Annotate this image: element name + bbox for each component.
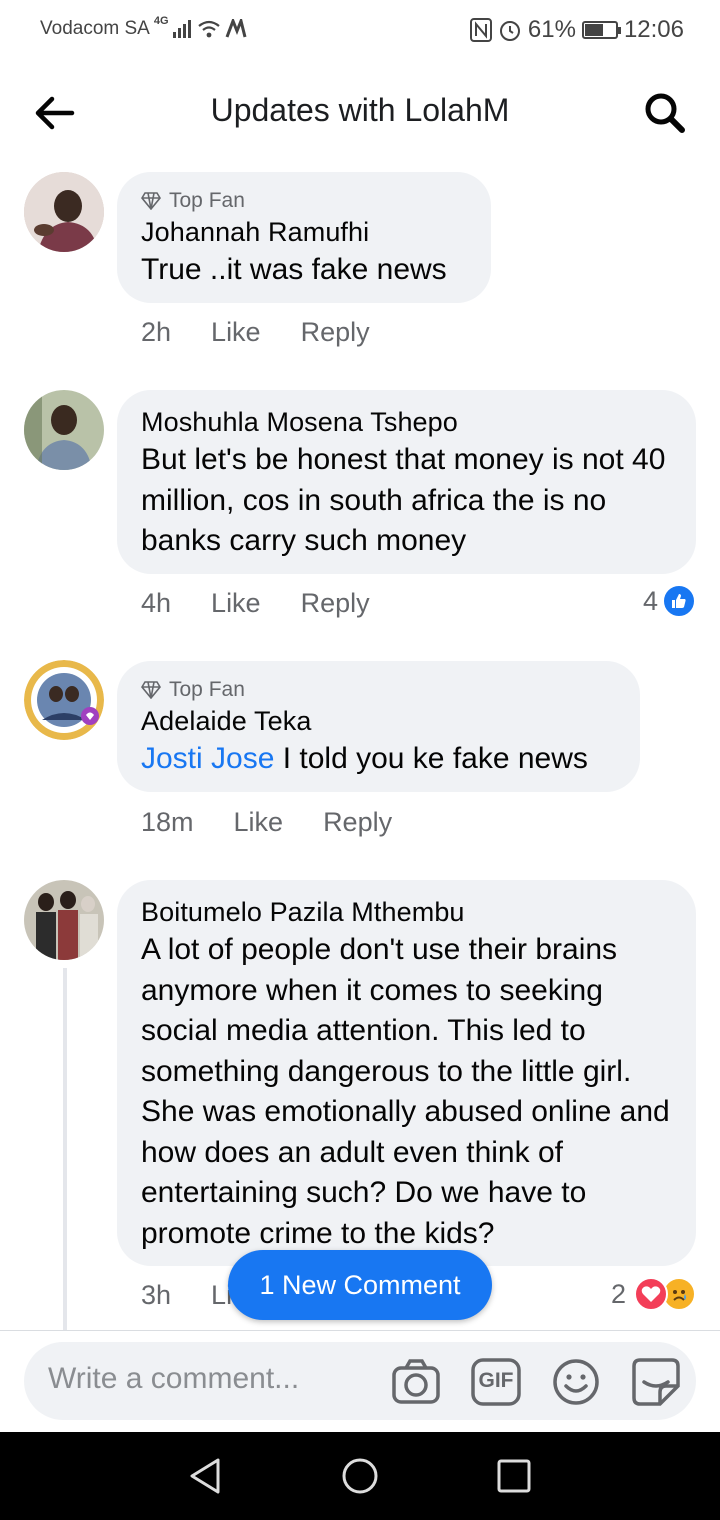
avatar[interactable] [24,390,104,470]
comment-bubble: Top Fan Johannah Ramufhi True ..it was f… [117,172,491,303]
square-recents-icon [497,1459,531,1493]
wifi-icon [197,20,220,38]
comment-time: 4h [141,588,172,618]
comment-composer: GIF [24,1342,696,1420]
gif-label: GIF [478,1369,514,1392]
avatar-photo [24,172,104,252]
carrier-label: Vodacom SA [40,18,150,39]
comment-bubble: Top Fan Adelaide Teka Josti Jose I told … [117,661,640,792]
top-fan-badge: Top Fan [141,677,616,703]
comment-author[interactable]: Moshuhla Mosena Tshepo [141,404,672,440]
comment-text: A lot of people don't use their brains a… [141,933,670,1250]
comment-text: But let's be honest that money is not 40… [141,443,666,557]
battery-icon [581,21,621,39]
thread-line [63,968,67,1330]
comment-input[interactable] [48,1362,378,1396]
sticker-icon [632,1358,680,1406]
messenger-notify-icon [225,19,246,38]
comment-time: 18m [141,807,194,837]
avatar[interactable] [24,880,104,960]
signal-icon [172,20,191,38]
comment-time: 2h [141,317,172,347]
comment-author[interactable]: Boitumelo Pazila Mthembu [141,894,672,930]
top-fan-badge: Top Fan [141,188,467,214]
page-title: Updates with LolahM [210,92,510,128]
comment-bubble: Moshuhla Mosena Tshepo But let's be hone… [117,390,696,574]
badge-label: Top Fan [169,189,245,212]
network-type: 4G [153,15,169,27]
like-reaction-icon [662,584,696,618]
reaction-summary[interactable]: 2 [611,1277,696,1311]
sticker-button[interactable] [630,1356,682,1408]
comment-actions: 4h Like Reply [141,588,370,619]
battery-percent: 61% [527,16,576,43]
triangle-back-icon [190,1458,220,1494]
nav-back-button[interactable] [186,1456,226,1496]
avatar-photo [24,880,104,960]
love-reaction-icon [634,1277,668,1311]
like-button[interactable]: Like [211,588,261,619]
circle-home-icon [342,1458,378,1494]
diamond-icon [141,681,161,699]
badge-label: Top Fan [169,678,245,701]
comment-time: 3h [141,1280,172,1310]
comment-actions: 3h Li [141,1280,232,1311]
mention-link[interactable]: Josti Jose [141,742,274,775]
avatar[interactable] [24,172,104,252]
nfc-icon [469,18,492,42]
avatar[interactable] [24,660,104,740]
reaction-count: 4 [642,585,658,616]
reply-button[interactable]: Reply [301,317,370,348]
comment-bubble: Boitumelo Pazila Mthembu A lot of people… [117,880,696,1266]
comment-text: True ..it was fake news [141,253,447,286]
comment-actions: 2h Like Reply [141,317,370,348]
header: Updates with LolahM [0,62,720,162]
alarm-icon [499,21,520,41]
nav-home-button[interactable] [340,1456,380,1496]
nav-recents-button[interactable] [494,1456,534,1496]
smiley-icon [553,1359,599,1405]
system-nav-bar [0,1432,720,1520]
comment-author[interactable]: Adelaide Teka [141,703,616,739]
comment-author[interactable]: Johannah Ramufhi [141,214,467,250]
diamond-icon [141,192,161,210]
comment-text: Josti Jose I told you ke fake news [141,739,616,780]
comment-text-body: I told you ke fake news [274,742,588,775]
search-icon [645,93,685,133]
status-left: Vodacom SA 4G [40,15,247,40]
camera-button[interactable] [390,1356,442,1408]
reaction-summary[interactable]: 4 [643,584,696,618]
status-bar: Vodacom SA 4G 61% 12:06 [0,0,720,60]
gif-button[interactable]: GIF [470,1356,522,1408]
reaction-count: 2 [610,1278,626,1309]
like-button[interactable]: Like [211,317,261,348]
search-button[interactable] [640,88,690,138]
reply-button[interactable]: Reply [301,588,370,619]
avatar-photo [24,660,104,740]
status-right: 61% 12:06 [469,16,684,44]
like-button[interactable]: Like [234,807,284,838]
comment-actions: 18m Like Reply [141,807,392,838]
camera-icon [392,1359,440,1404]
avatar-photo [24,390,104,470]
composer-divider [0,1330,720,1331]
battery-fill [584,24,604,36]
clock: 12:06 [623,16,684,43]
new-comment-button[interactable]: 1 New Comment [228,1250,492,1320]
emoji-button[interactable] [550,1356,602,1408]
reply-button[interactable]: Reply [323,807,392,838]
